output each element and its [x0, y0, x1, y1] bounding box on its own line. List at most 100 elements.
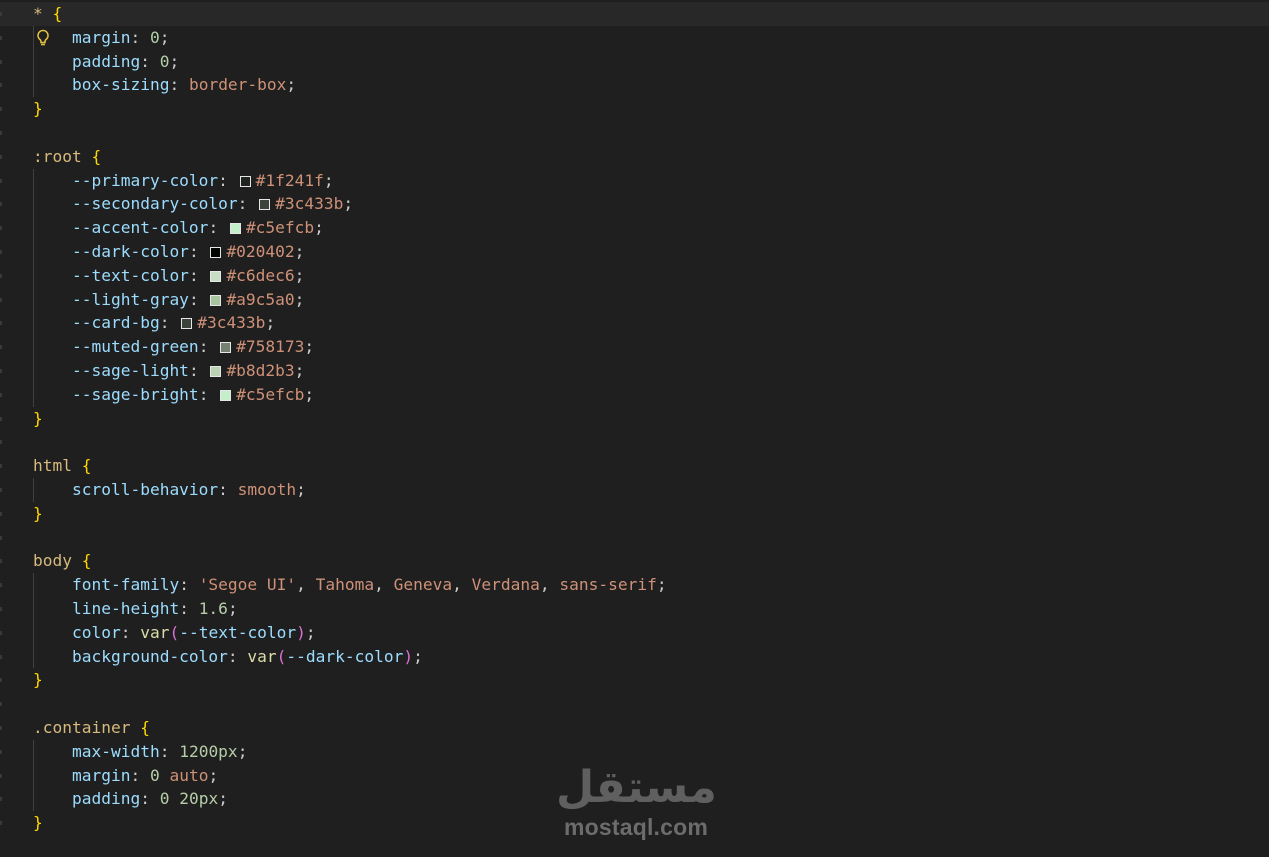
code-line[interactable]: --muted-green: #758173;: [0, 335, 1269, 359]
number-value: 0: [149, 765, 160, 785]
code-text: --accent-color: #c5efcb;: [33, 216, 324, 240]
code-line[interactable]: --primary-color: #1f241f;: [0, 168, 1269, 193]
punctuation: ;: [304, 337, 315, 357]
punctuation: ;: [305, 622, 316, 642]
gutter-marker: [0, 226, 2, 231]
color-swatch[interactable]: [210, 366, 222, 377]
css-property: padding: [71, 51, 141, 71]
code-line[interactable]: color: var(--text-color);: [0, 620, 1269, 645]
code-text: font-family: 'Segoe UI', Tahoma, Geneva,…: [33, 573, 667, 597]
gutter-marker: [0, 154, 2, 159]
code-line[interactable]: font-family: 'Segoe UI', Tahoma, Geneva,…: [0, 573, 1269, 597]
css-property: --text-color: [71, 265, 189, 285]
gutter-marker: [0, 559, 2, 564]
code-line[interactable]: [0, 692, 1269, 716]
code-line[interactable]: line-height: 1.6;: [0, 597, 1269, 621]
css-property: color: [71, 622, 121, 642]
code-line[interactable]: }: [0, 407, 1269, 431]
css-value: #c5efcb: [245, 218, 315, 238]
color-swatch[interactable]: [210, 247, 222, 258]
punctuation: ;: [294, 361, 305, 380]
code-text: :root {: [33, 145, 101, 169]
color-swatch[interactable]: [239, 175, 251, 187]
number-value: 20px: [179, 789, 219, 809]
css-property: --secondary-color: [71, 194, 238, 214]
color-swatch[interactable]: [210, 294, 222, 306]
css-property: --sage-bright: [71, 384, 199, 404]
css-function: var: [140, 622, 170, 642]
code-line[interactable]: margin: 0;: [0, 25, 1269, 50]
code-line[interactable]: :root {: [0, 145, 1269, 169]
color-swatch[interactable]: [220, 389, 232, 401]
code-text: color: var(--text-color);: [33, 621, 316, 645]
code-line[interactable]: --sage-light: #b8d2b3;: [0, 359, 1269, 383]
code-text: background-color: var(--dark-color);: [33, 645, 423, 669]
watermark-logo: مستقل mostaql.com: [556, 762, 717, 840]
punctuation: :: [188, 265, 209, 285]
punctuation: [160, 766, 170, 785]
brace: }: [33, 670, 43, 690]
code-line[interactable]: --accent-color: #c5efcb;: [0, 216, 1269, 240]
code-line[interactable]: [0, 526, 1269, 550]
watermark-arabic: مستقل: [556, 762, 717, 813]
code-line[interactable]: --secondary-color: #3c433b;: [0, 192, 1269, 217]
code-line[interactable]: --sage-bright: #c5efcb;: [0, 382, 1269, 407]
css-value: #3c433b: [275, 194, 344, 214]
code-line[interactable]: }: [0, 668, 1269, 692]
code-text: --secondary-color: #3c433b;: [33, 192, 353, 216]
code-line[interactable]: --text-color: #c6dec6;: [0, 263, 1269, 288]
punctuation: [169, 789, 179, 808]
punctuation: ;: [286, 75, 297, 95]
code-line[interactable]: padding: 0;: [0, 49, 1269, 74]
code-editor[interactable]: * { margin: 0; padding: 0; box-sizing: b…: [0, 0, 1269, 857]
code-line[interactable]: scroll-behavior: smooth;: [0, 478, 1269, 502]
code-line[interactable]: --light-gray: #a9c5a0;: [0, 287, 1269, 312]
code-line[interactable]: max-width: 1200px;: [0, 739, 1269, 764]
color-swatch[interactable]: [229, 223, 241, 235]
code-line[interactable]: --card-bg: #3c433b;: [0, 311, 1269, 336]
code-line[interactable]: [0, 430, 1269, 454]
code-line[interactable]: --dark-color: #020402;: [0, 240, 1269, 264]
gutter-marker: [0, 678, 2, 683]
code-line[interactable]: * {: [0, 2, 1269, 26]
code-text: --light-gray: #a9c5a0;: [33, 288, 304, 312]
punctuation: :: [188, 361, 209, 380]
css-value: #758173: [236, 337, 305, 357]
code-line[interactable]: background-color: var(--dark-color);: [0, 644, 1269, 669]
css-value: #c6dec6: [226, 265, 295, 285]
punctuation: :: [198, 384, 219, 404]
code-text: box-sizing: border-box;: [33, 73, 296, 97]
gutter-marker: [0, 369, 2, 373]
code-text: --card-bg: #3c433b;: [33, 311, 275, 335]
css-property: --light-gray: [71, 289, 189, 309]
color-swatch[interactable]: [259, 199, 271, 211]
punctuation: :: [130, 765, 150, 785]
gutter-marker: [0, 821, 2, 826]
brace: }: [33, 408, 43, 428]
code-line[interactable]: }: [0, 502, 1269, 526]
punctuation: ;: [323, 170, 334, 190]
punctuation: :: [179, 575, 199, 595]
color-swatch[interactable]: [210, 270, 222, 282]
color-swatch[interactable]: [220, 342, 232, 354]
gutter-marker: [0, 488, 2, 492]
paren: ): [296, 622, 306, 642]
code-line[interactable]: }: [0, 97, 1269, 121]
gutter-marker: [0, 773, 2, 778]
css-selector: *: [33, 4, 53, 23]
punctuation: :: [120, 622, 141, 642]
code-text: --sage-bright: #c5efcb;: [33, 383, 314, 407]
color-swatch[interactable]: [181, 318, 193, 330]
code-line[interactable]: html {: [0, 454, 1269, 478]
brace: {: [52, 4, 63, 23]
punctuation: :: [188, 289, 209, 309]
code-line[interactable]: .container {: [0, 716, 1269, 740]
code-line[interactable]: body {: [0, 549, 1269, 573]
code-line[interactable]: box-sizing: border-box;: [0, 73, 1269, 98]
gutter-marker: [0, 131, 2, 135]
code-line[interactable]: [0, 121, 1269, 145]
